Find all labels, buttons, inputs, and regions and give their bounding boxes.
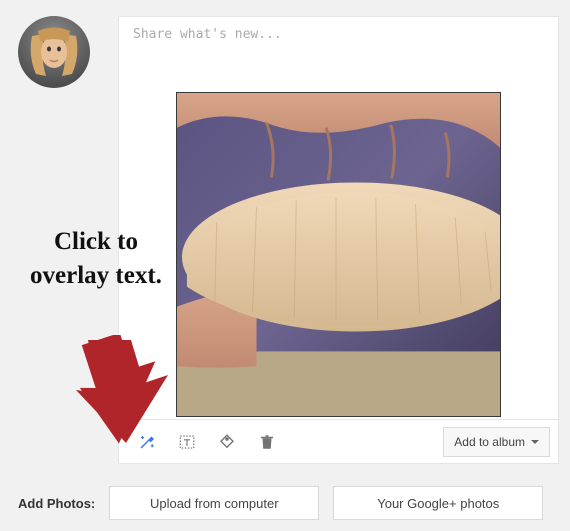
avatar[interactable] xyxy=(18,16,90,88)
photo-preview xyxy=(119,89,558,419)
trash-icon[interactable] xyxy=(247,420,287,464)
add-to-album-button[interactable]: Add to album xyxy=(443,427,550,457)
tag-icon[interactable] xyxy=(207,420,247,464)
text-overlay-icon[interactable] xyxy=(167,420,207,464)
chevron-down-icon xyxy=(531,440,539,444)
google-photos-button[interactable]: Your Google+ photos xyxy=(333,486,543,520)
attached-photo[interactable] xyxy=(176,92,501,417)
add-photos-row: Add Photos: Upload from computer Your Go… xyxy=(18,486,543,520)
add-to-album-label: Add to album xyxy=(454,435,525,449)
share-input[interactable] xyxy=(119,17,558,84)
composer: Add to album xyxy=(118,16,559,464)
upload-from-computer-button[interactable]: Upload from computer xyxy=(109,486,319,520)
auto-enhance-icon[interactable] xyxy=(127,420,167,464)
photo-toolbar: Add to album xyxy=(119,419,558,463)
add-photos-label: Add Photos: xyxy=(18,496,95,511)
